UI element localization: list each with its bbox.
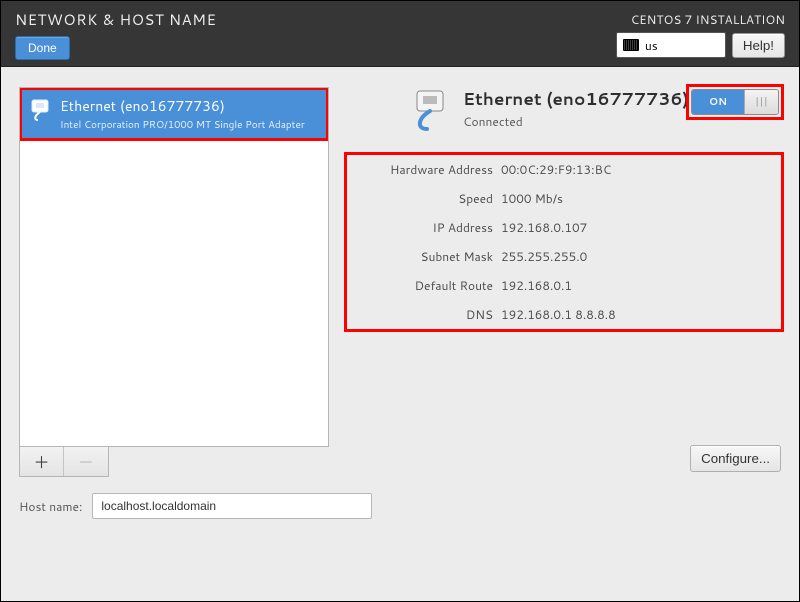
page-title: NETWORK & HOST NAME bbox=[15, 7, 216, 30]
nic-details: Hardware Address 00:0C:29:F9:13:BC Speed… bbox=[347, 155, 781, 329]
top-left: NETWORK & HOST NAME Done bbox=[15, 7, 216, 60]
detail-value-speed: 1000 Mb/s bbox=[501, 190, 775, 207]
add-nic-button[interactable]: ＋ bbox=[20, 447, 64, 476]
top-bar: NETWORK & HOST NAME Done CENTOS 7 INSTAL… bbox=[1, 1, 799, 67]
nic-title: Ethernet (eno16777736) bbox=[463, 87, 689, 111]
detail-value-ip: 192.168.0.107 bbox=[501, 219, 775, 236]
detail-value-dns: 192.168.0.1 8.8.8.8 bbox=[501, 306, 775, 323]
nic-header: Ethernet (eno16777736) Connected ON ||| bbox=[407, 87, 781, 133]
nic-list-toolbar: ＋ － bbox=[19, 447, 109, 477]
hostname-row: Host name: bbox=[1, 487, 799, 537]
detail-label-route: Default Route bbox=[353, 277, 493, 294]
nic-name: Ethernet (eno16777736) bbox=[60, 96, 318, 116]
detail-label-speed: Speed bbox=[353, 190, 493, 207]
ethernet-icon bbox=[407, 87, 453, 133]
nic-enable-toggle[interactable]: ON ||| bbox=[691, 89, 779, 115]
keyboard-icon bbox=[623, 39, 639, 51]
keyboard-layout-label: us bbox=[645, 37, 658, 54]
ethernet-icon bbox=[28, 98, 52, 122]
toggle-knob: ||| bbox=[744, 90, 778, 114]
hostname-input[interactable] bbox=[92, 493, 372, 519]
nic-list-column: Ethernet (eno16777736) Intel Corporation… bbox=[19, 87, 329, 477]
detail-label-hw: Hardware Address bbox=[353, 161, 493, 178]
nic-status: Connected bbox=[463, 113, 689, 130]
nic-list-item[interactable]: Ethernet (eno16777736) Intel Corporation… bbox=[20, 88, 328, 140]
installation-label: CENTOS 7 INSTALLATION bbox=[631, 7, 785, 28]
detail-label-ip: IP Address bbox=[353, 219, 493, 236]
remove-nic-button[interactable]: － bbox=[64, 447, 108, 476]
nic-list[interactable]: Ethernet (eno16777736) Intel Corporation… bbox=[19, 87, 329, 447]
top-controls: us Help! bbox=[616, 32, 785, 58]
detail-label-dns: DNS bbox=[353, 306, 493, 323]
done-button[interactable]: Done bbox=[15, 36, 70, 60]
toggle-on-label: ON bbox=[692, 90, 744, 114]
nic-description: Intel Corporation PRO/1000 MT Single Por… bbox=[60, 118, 318, 132]
nic-header-text: Ethernet (eno16777736) Connected bbox=[463, 87, 689, 130]
nic-toggle-highlight: ON ||| bbox=[689, 87, 781, 117]
nic-detail-column: Ethernet (eno16777736) Connected ON ||| … bbox=[347, 87, 781, 477]
help-button[interactable]: Help! bbox=[732, 33, 785, 58]
detail-value-route: 192.168.0.1 bbox=[501, 277, 775, 294]
content-area: Ethernet (eno16777736) Intel Corporation… bbox=[1, 67, 799, 487]
configure-button[interactable]: Configure... bbox=[690, 445, 781, 472]
hostname-label: Host name: bbox=[19, 498, 82, 515]
keyboard-layout-selector[interactable]: us bbox=[616, 32, 726, 58]
top-right: CENTOS 7 INSTALLATION us Help! bbox=[616, 7, 785, 60]
detail-value-hw: 00:0C:29:F9:13:BC bbox=[501, 161, 775, 178]
detail-label-mask: Subnet Mask bbox=[353, 248, 493, 265]
detail-value-mask: 255.255.255.0 bbox=[501, 248, 775, 265]
